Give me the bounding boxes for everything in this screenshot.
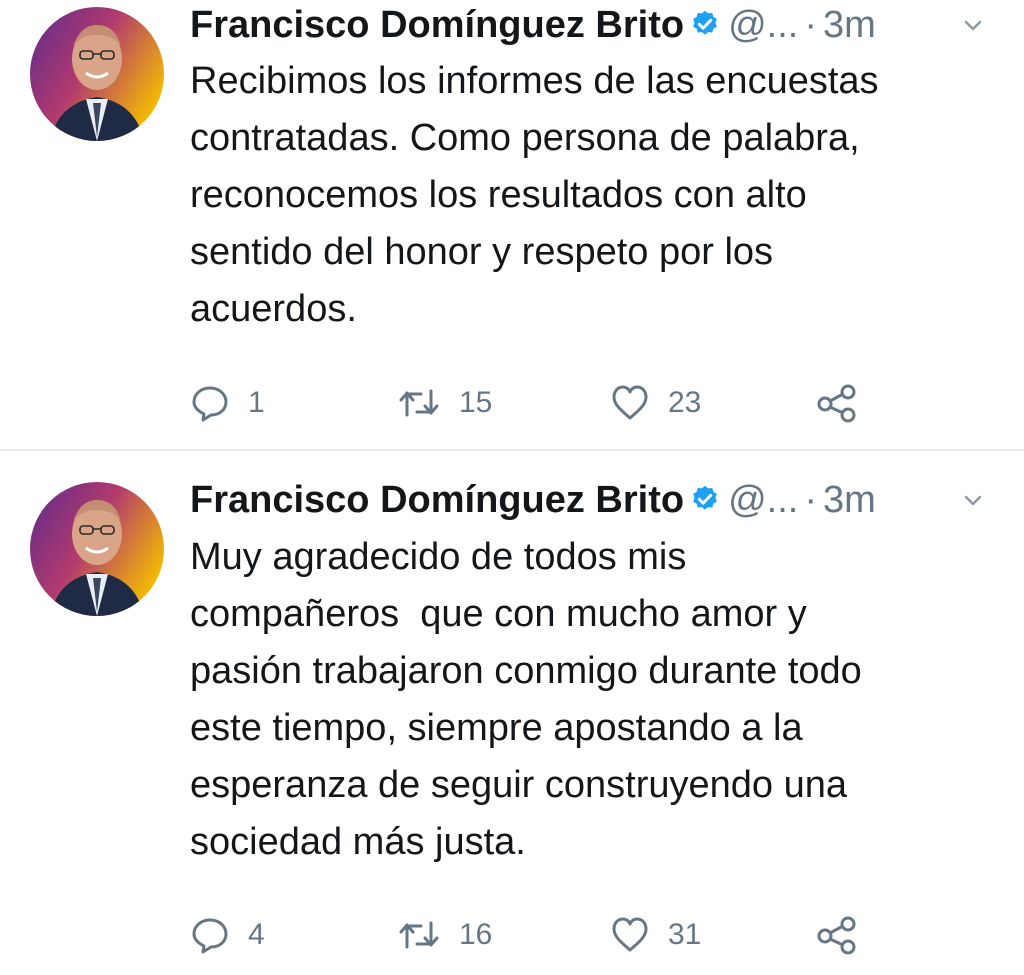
- reply-button[interactable]: 1: [190, 381, 265, 425]
- verified-badge-icon: [693, 10, 717, 35]
- like-count: 23: [668, 386, 702, 419]
- retweet-icon: [399, 389, 439, 417]
- tweet-header: Francisco Domínguez Brito @... · 3m: [190, 0, 1014, 50]
- separator: ·: [804, 4, 817, 46]
- avatar-image: [30, 7, 164, 141]
- reply-button[interactable]: 4: [190, 913, 265, 957]
- verified-badge-icon: [693, 485, 717, 510]
- author-handle[interactable]: @...: [728, 475, 798, 525]
- tweet-text: Recibimos los informes de las encuestas …: [190, 60, 879, 330]
- avatar[interactable]: [30, 7, 164, 141]
- tweet-actions: 1 15 23: [190, 381, 890, 425]
- tweet-text: Muy agradecido de todos mis compañeros q…: [190, 536, 862, 863]
- chevron-down-icon[interactable]: [962, 489, 984, 511]
- share-icon: [817, 384, 856, 423]
- share-icon: [817, 916, 856, 955]
- tweet-actions: 4 16 31: [190, 913, 890, 957]
- tweet[interactable]: Francisco Domínguez Brito @... · 3m Muy agr…: [0, 451, 1024, 975]
- retweet-count: 16: [459, 918, 493, 951]
- retweet-button[interactable]: 16: [397, 913, 492, 957]
- like-button[interactable]: 23: [610, 381, 701, 425]
- like-count: 31: [668, 918, 702, 951]
- heart-icon: [612, 385, 648, 420]
- share-button[interactable]: [815, 381, 859, 425]
- reply-icon: [192, 386, 228, 422]
- reply-icon: [192, 918, 228, 954]
- avatar[interactable]: [30, 482, 164, 616]
- tweet[interactable]: Francisco Domínguez Brito @... · 3m Recibim…: [0, 0, 1024, 449]
- heart-icon: [612, 917, 648, 952]
- author-name[interactable]: Francisco Domínguez Brito: [190, 475, 684, 525]
- retweet-button[interactable]: 15: [397, 381, 492, 425]
- tweet-feed: Francisco Domínguez Brito @... · 3m Recibim…: [0, 0, 1024, 975]
- timestamp[interactable]: 3m: [823, 0, 876, 50]
- author-handle[interactable]: @...: [728, 0, 798, 50]
- avatar-image: [30, 482, 164, 616]
- reply-count: 4: [248, 918, 265, 951]
- retweet-icon: [399, 921, 439, 949]
- separator: ·: [804, 479, 817, 521]
- retweet-count: 15: [459, 386, 493, 419]
- author-name[interactable]: Francisco Domínguez Brito: [190, 0, 684, 50]
- timestamp[interactable]: 3m: [823, 475, 876, 525]
- tweet-header: Francisco Domínguez Brito @... · 3m: [190, 475, 1014, 525]
- chevron-down-icon[interactable]: [962, 14, 984, 36]
- share-button[interactable]: [815, 913, 859, 957]
- reply-count: 1: [248, 386, 265, 419]
- like-button[interactable]: 31: [610, 913, 701, 957]
